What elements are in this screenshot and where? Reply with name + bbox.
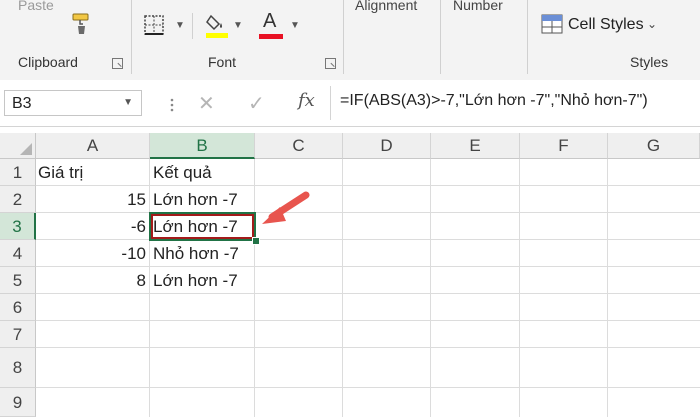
- column-header-d[interactable]: D: [343, 133, 431, 159]
- gridline: [254, 159, 255, 417]
- row-header-9[interactable]: 9: [0, 388, 36, 417]
- row-header-3[interactable]: 3: [0, 213, 36, 240]
- font-color-icon[interactable]: A: [259, 10, 283, 40]
- cell-styles-chevron-down-icon[interactable]: ⌄: [647, 17, 657, 31]
- group-separator: [131, 0, 132, 74]
- gridline: [607, 159, 608, 417]
- formula-input[interactable]: =IF(ABS(A3)>-7,"Lớn hơn -7","Nhỏ hơn-7"): [340, 92, 648, 110]
- cell-a3[interactable]: -6: [36, 213, 146, 240]
- column-header-b[interactable]: B: [150, 133, 255, 159]
- gridline: [36, 320, 700, 321]
- group-separator: [527, 0, 528, 74]
- group-separator: [440, 0, 441, 74]
- font-group-label: Font: [208, 54, 237, 70]
- cell-b5[interactable]: Lớn hơn -7: [153, 267, 238, 294]
- borders-dropdown-chevron-down-icon[interactable]: ▼: [175, 20, 185, 31]
- column-header-e[interactable]: E: [431, 133, 520, 159]
- name-box-value: B3: [12, 95, 32, 112]
- cell-b2[interactable]: Lớn hơn -7: [153, 186, 238, 213]
- annotation-arrow-icon: [258, 191, 310, 227]
- row-header-5[interactable]: 5: [0, 267, 36, 294]
- name-box[interactable]: B3 ▼: [4, 90, 142, 116]
- cell-a4[interactable]: -10: [36, 240, 146, 267]
- divider: [330, 86, 331, 120]
- column-header-a[interactable]: A: [36, 133, 150, 159]
- column-header-c[interactable]: C: [255, 133, 343, 159]
- font-launcher-icon[interactable]: [325, 58, 336, 69]
- name-box-chevron-down-icon[interactable]: ▼: [123, 97, 133, 108]
- gridline: [36, 347, 700, 348]
- worksheet-grid: A B C D E F G 1 2 3 4 5 6 7 8 9 Giá trị …: [0, 133, 700, 417]
- clipboard-group-label: Clipboard: [18, 54, 78, 70]
- number-button[interactable]: Number: [453, 0, 503, 13]
- row-header-2[interactable]: 2: [0, 186, 36, 213]
- enter-check-icon[interactable]: ✓: [248, 91, 265, 116]
- row-header-8[interactable]: 8: [0, 348, 36, 388]
- cancel-icon[interactable]: ✕: [198, 91, 215, 116]
- column-header-g[interactable]: G: [608, 133, 700, 159]
- cell-a2[interactable]: 15: [36, 186, 146, 213]
- gridline: [342, 159, 343, 417]
- font-color-chevron-down-icon[interactable]: ▼: [290, 20, 300, 31]
- borders-icon[interactable]: [144, 15, 164, 35]
- select-all-corner[interactable]: [0, 133, 36, 159]
- column-header-f[interactable]: F: [520, 133, 608, 159]
- highlight-box: [151, 214, 254, 239]
- gridline: [430, 159, 431, 417]
- alignment-button[interactable]: Alignment: [355, 0, 417, 13]
- fill-handle[interactable]: [252, 237, 260, 245]
- cell-styles-button[interactable]: Cell Styles: [568, 16, 644, 34]
- cell-a5[interactable]: 8: [36, 267, 146, 294]
- cell-styles-icon[interactable]: [541, 14, 563, 34]
- format-painter-icon[interactable]: [68, 10, 94, 36]
- font-color-bar: [259, 34, 283, 39]
- clipboard-launcher-icon[interactable]: [112, 58, 123, 69]
- row-header-6[interactable]: 6: [0, 294, 36, 321]
- fill-color-chevron-down-icon[interactable]: ▼: [233, 20, 243, 31]
- row-header-1[interactable]: 1: [0, 159, 36, 186]
- cell-b1[interactable]: Kết quả: [153, 159, 212, 186]
- cell-b4[interactable]: Nhỏ hơn -7: [153, 240, 239, 267]
- fill-color-icon[interactable]: [205, 12, 229, 40]
- divider: [192, 13, 193, 39]
- paste-button[interactable]: Paste: [18, 0, 54, 13]
- row-header-7[interactable]: 7: [0, 321, 36, 348]
- styles-group-label: Styles: [630, 54, 669, 70]
- row-header-4[interactable]: 4: [0, 240, 36, 267]
- grip-icon[interactable]: [170, 98, 174, 112]
- gridline: [36, 387, 700, 388]
- gridline: [519, 159, 520, 417]
- font-color-letter: A: [263, 10, 277, 32]
- insert-function-icon[interactable]: fx: [298, 90, 315, 111]
- group-separator: [343, 0, 344, 74]
- gridline: [149, 159, 150, 417]
- cell-a1[interactable]: Giá trị: [38, 159, 83, 186]
- ribbon: Paste Clipboard ▼ ▼ A ▼ Font Alignment N…: [0, 0, 700, 81]
